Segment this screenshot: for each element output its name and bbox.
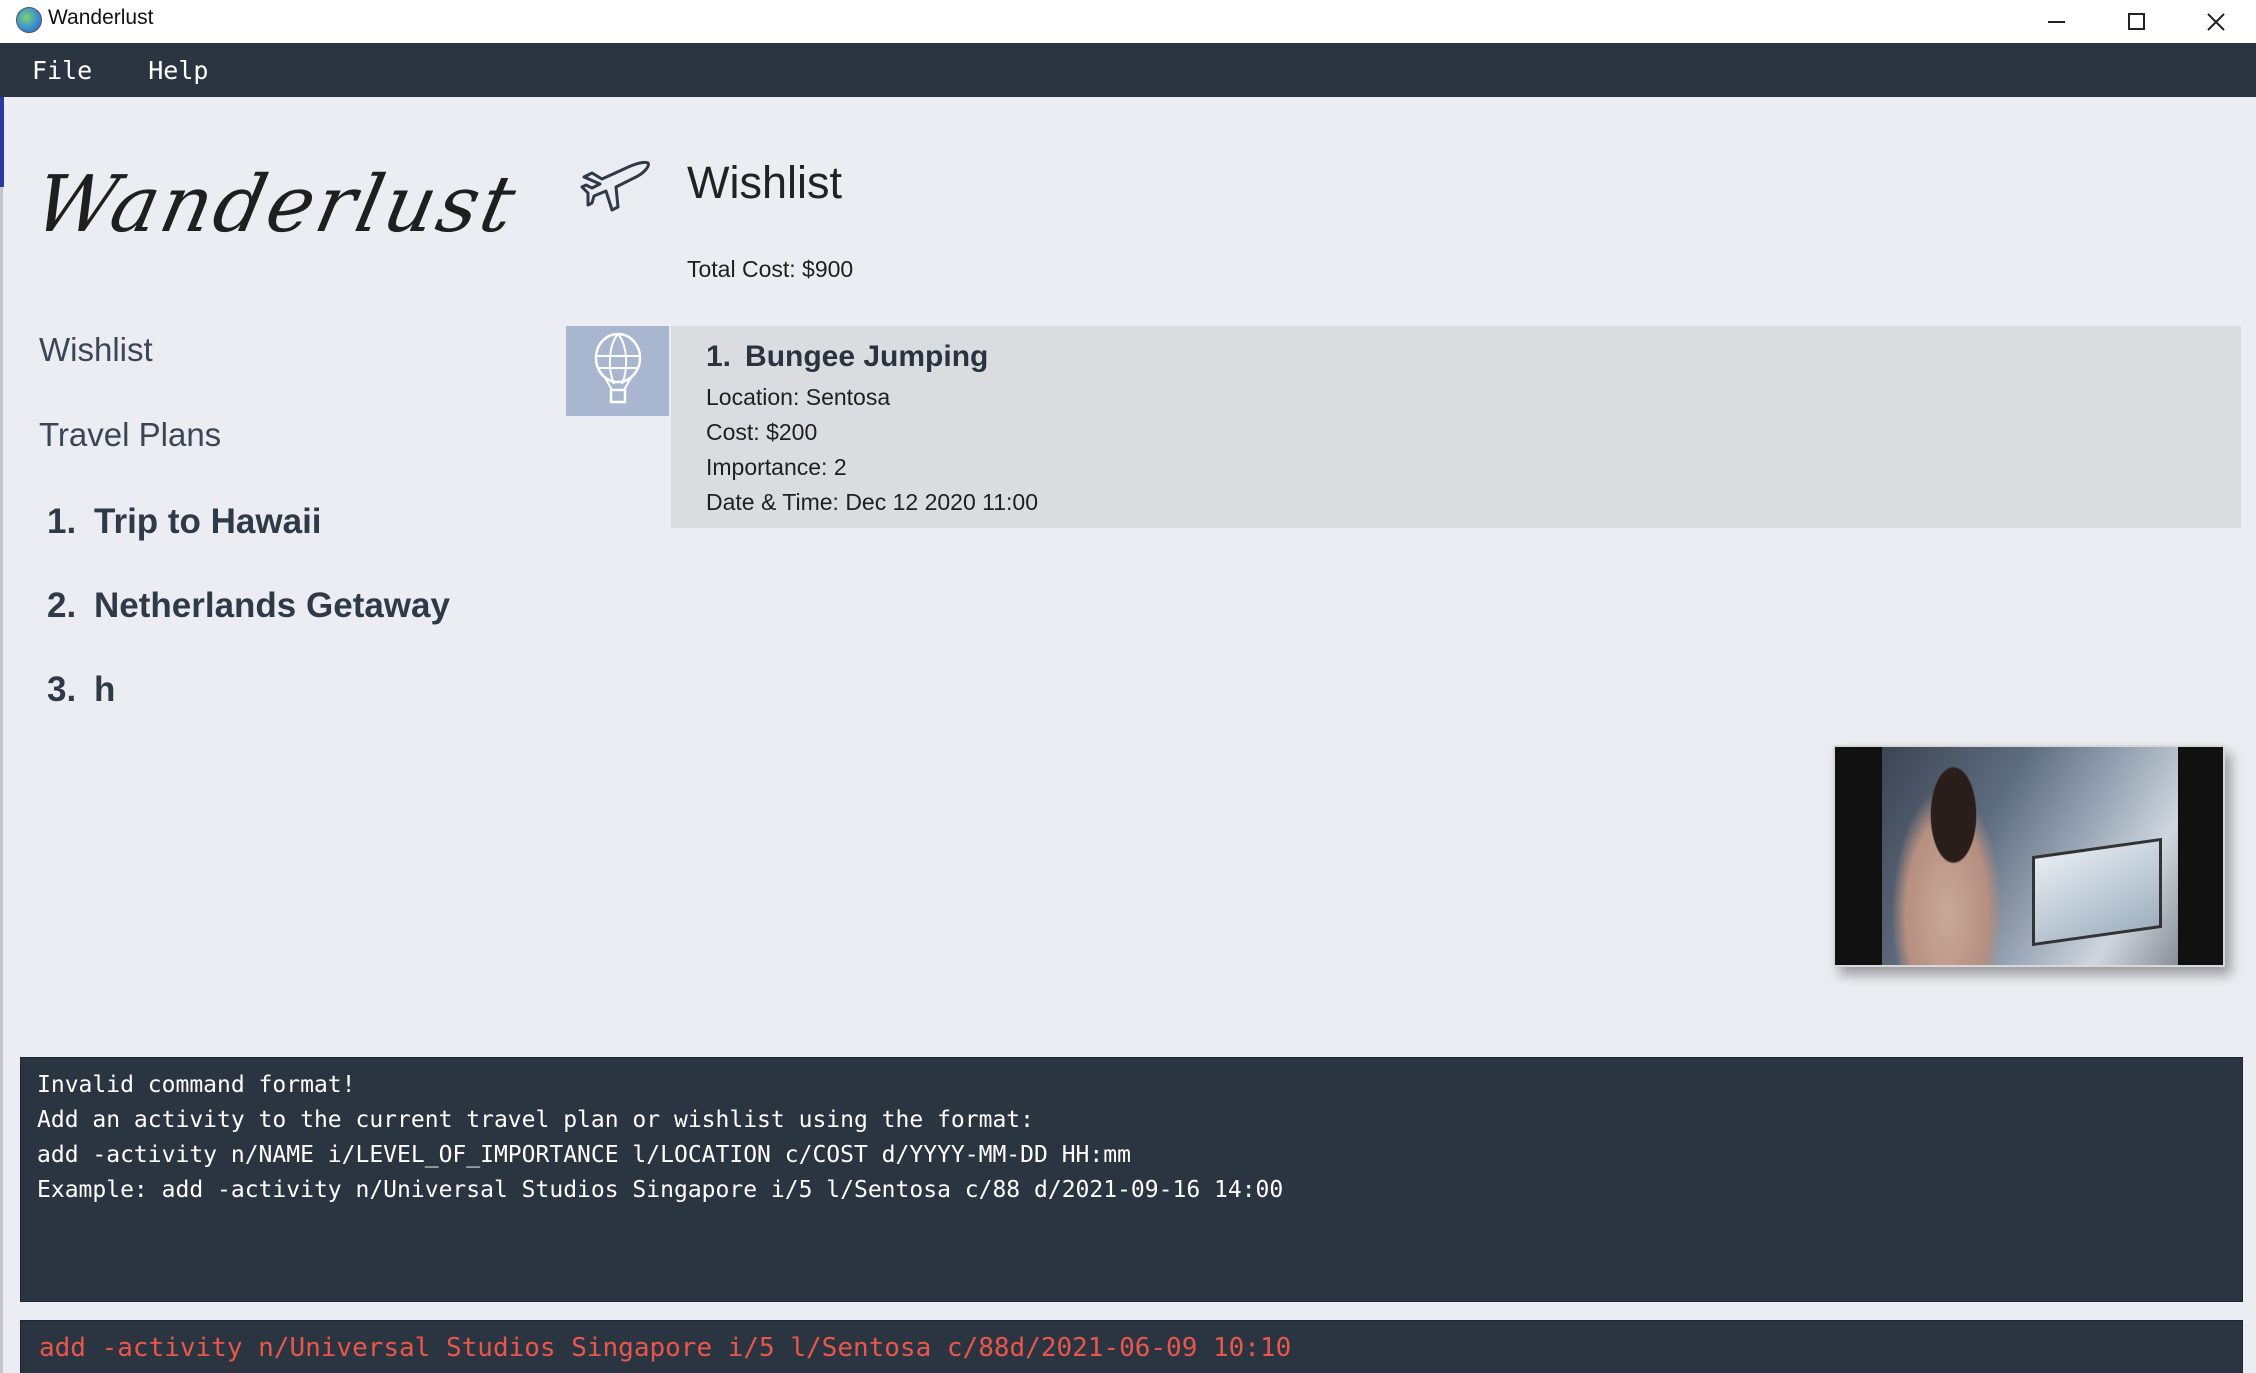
result-display: Invalid command format! Add an activity … — [20, 1057, 2243, 1302]
app-logo: Wanderlust — [26, 160, 526, 250]
airplane-icon — [580, 160, 650, 212]
travel-plan-index: 3. — [47, 670, 77, 709]
app-globe-icon — [16, 7, 42, 33]
activity-card[interactable]: 1. Bungee Jumping Location: Sentosa Cost:… — [671, 326, 2241, 528]
result-line: Invalid command format! — [37, 1072, 356, 1098]
close-button[interactable] — [2176, 0, 2256, 43]
travel-plan-item[interactable]: 2. Netherlands Getaway — [47, 586, 450, 626]
menu-help[interactable]: Help — [136, 50, 220, 91]
activity-importance: Importance: 2 — [706, 454, 847, 480]
window-titlebar: Wanderlust — [0, 0, 2256, 43]
webcam-person — [1882, 765, 2012, 965]
total-cost-label: Total Cost: $900 — [687, 256, 854, 282]
command-box[interactable] — [20, 1320, 2243, 1373]
travel-plan-index: 2. — [47, 586, 77, 625]
activity-name: Bungee Jumping — [745, 340, 989, 373]
travel-plan-name: h — [94, 670, 116, 709]
window-left-accent — [0, 97, 4, 187]
hot-air-balloon-icon — [594, 332, 641, 404]
maximize-icon — [2127, 13, 2145, 30]
menu-bar: File Help — [0, 43, 2256, 97]
travel-plan-name: Netherlands Getaway — [94, 586, 450, 625]
maximize-button[interactable] — [2096, 0, 2176, 43]
command-input[interactable] — [39, 1333, 2224, 1363]
minimize-button[interactable] — [2016, 0, 2096, 43]
menu-file[interactable]: File — [20, 50, 104, 91]
travel-plan-item[interactable]: 3. h — [47, 670, 115, 710]
webcam-video-overlay[interactable] — [1833, 745, 2225, 967]
webcam-laptop — [2032, 837, 2162, 947]
close-icon — [2207, 12, 2225, 31]
activity-datetime: Date & Time: Dec 12 2020 11:00 — [706, 489, 1038, 515]
travel-plan-index: 1. — [47, 502, 77, 541]
sidebar-item-travel-plans[interactable]: Travel Plans — [39, 416, 221, 454]
result-line: Example: add -activity n/Universal Studi… — [37, 1177, 1284, 1203]
activity-index: 1. — [706, 340, 732, 373]
activity-cost: Cost: $200 — [706, 419, 818, 445]
travel-plan-item[interactable]: 1. Trip to Hawaii — [47, 502, 322, 542]
activity-title: 1. Bungee Jumping — [706, 340, 2241, 374]
page-title: Wishlist — [687, 157, 842, 208]
sidebar-item-wishlist[interactable]: Wishlist — [39, 331, 153, 369]
window-left-border — [0, 97, 3, 1373]
activity-location: Location: Sentosa — [706, 384, 891, 410]
result-line: add -activity n/NAME i/LEVEL_OF_IMPORTAN… — [37, 1142, 1131, 1168]
webcam-video-frame — [1882, 747, 2178, 965]
window-title: Wanderlust — [48, 6, 154, 29]
travel-plan-name: Trip to Hawaii — [94, 502, 322, 541]
activity-icon-box — [566, 326, 669, 416]
result-line: Add an activity to the current travel pl… — [37, 1107, 1034, 1133]
minimize-icon — [2047, 20, 2065, 23]
